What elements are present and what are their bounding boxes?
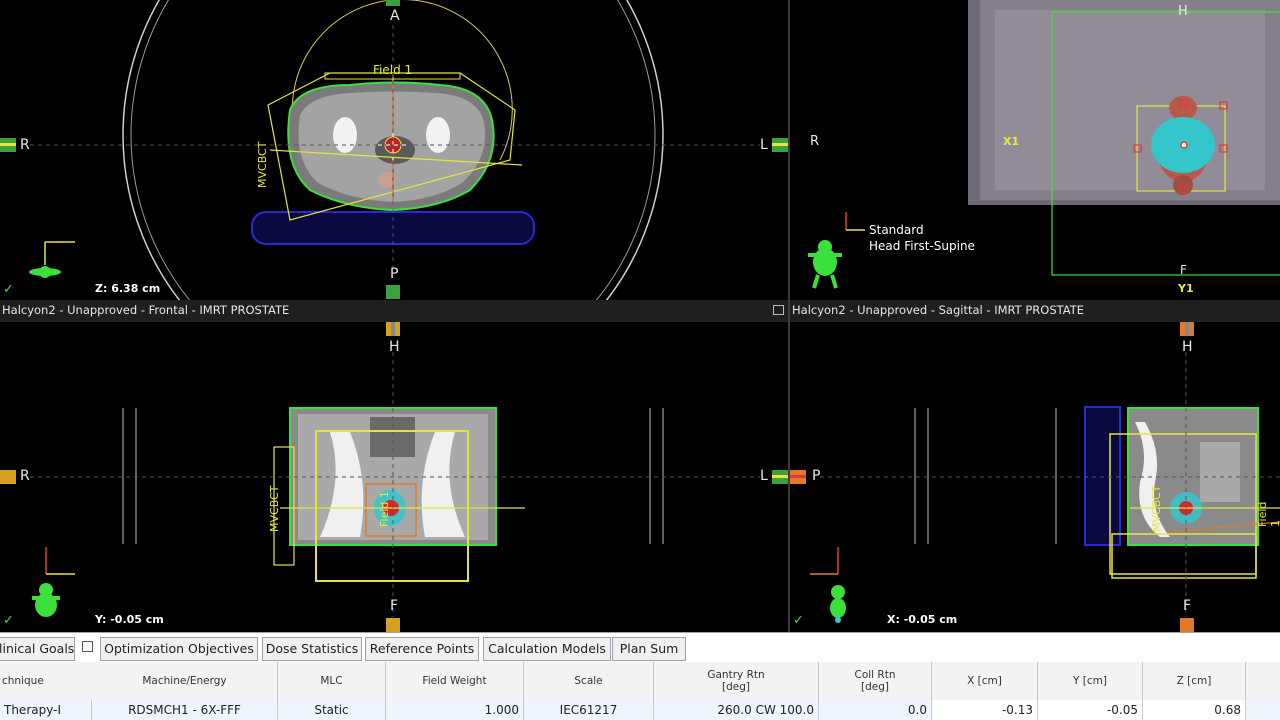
field-label: Field 1: [373, 63, 413, 77]
orientation-standard: Standard: [869, 223, 924, 237]
x1-label: X1: [1003, 135, 1020, 148]
x-coordinate: X: -0.05 cm: [887, 613, 958, 626]
y1-label: Y1: [1178, 282, 1194, 295]
cell-scale[interactable]: IEC61217: [524, 700, 654, 720]
header-text: Gantry Rtn: [707, 669, 765, 681]
mvcbct-label: MVCBCT: [256, 141, 269, 188]
column-header-gantry[interactable]: Gantry Rtn [deg]: [654, 662, 819, 701]
patient-orientation: Standard Head First-Supine: [869, 222, 975, 254]
status-check-icon: ✓: [3, 282, 14, 297]
header-text: Z [cm]: [1176, 675, 1212, 687]
header-text: X [cm]: [967, 675, 1002, 687]
cell-extra: [1246, 700, 1280, 720]
sagittal-image: [790, 322, 1280, 632]
y-coordinate: Y: -0.05 cm: [95, 613, 164, 626]
orientation-label-bottom: P: [390, 266, 399, 282]
cell-x[interactable]: -0.13: [932, 700, 1038, 720]
field-label: Field 1: [1256, 501, 1280, 527]
column-header-scale[interactable]: Scale: [524, 662, 654, 701]
header-text: chnique: [2, 675, 44, 687]
cell-z[interactable]: 0.68: [1143, 700, 1246, 720]
mvcbct-label: MVCBCT: [268, 485, 281, 532]
header-unit: [deg]: [861, 681, 889, 693]
header-unit: [deg]: [722, 681, 750, 693]
header-text: MLC: [320, 675, 343, 687]
status-check-icon: ✓: [793, 613, 804, 628]
frontal-image: [0, 322, 788, 632]
column-header-coll[interactable]: Coll Rtn [deg]: [819, 662, 932, 701]
field-label: Field 1: [378, 491, 391, 527]
orientation-label-right: L: [760, 468, 768, 484]
orientation-label-bottom: F: [390, 598, 399, 614]
sagittal-viewport[interactable]: H F P Field 1 MVCBCT X: -0.05 cm ✓: [790, 322, 1280, 632]
tab-calculation-models[interactable]: Calculation Models: [483, 637, 611, 661]
mvcbct-label: MVCBCT: [1150, 485, 1163, 532]
column-header-extra: [1246, 662, 1280, 701]
cell-technique[interactable]: Therapy-I: [0, 700, 92, 720]
frontal-title-text: Halcyon2 - Unapproved - Frontal - IMRT P…: [2, 303, 290, 317]
orientation-label-top: H: [1178, 4, 1188, 19]
frontal-viewport-title: Halcyon2 - Unapproved - Frontal - IMRT P…: [0, 300, 790, 322]
orientation-label-bottom: F: [1183, 598, 1192, 614]
column-header-field-weight[interactable]: Field Weight: [386, 662, 524, 701]
cell-field-weight[interactable]: 1.000: [386, 700, 524, 720]
orientation-label-bottom: F: [1180, 263, 1187, 277]
tab-dose-statistics[interactable]: Dose Statistics: [262, 637, 362, 661]
column-header-mlc[interactable]: MLC: [278, 662, 386, 701]
orientation-label-left: R: [20, 137, 30, 153]
maximize-icon[interactable]: [773, 305, 784, 315]
plan-tab-bar: linical Goals Optimization Objectives Do…: [0, 632, 1280, 663]
3d-viewport[interactable]: H F R X1 Y1 Standard Head First-Supine: [790, 0, 1280, 300]
orientation-position: Head First-Supine: [869, 239, 975, 253]
frontal-viewport[interactable]: H F R L Field 1 MVCBCT Y: -0.05 cm ✓: [0, 322, 788, 632]
z-coordinate: Z: 6.38 cm: [95, 282, 161, 295]
orientation-label-top: H: [1182, 339, 1193, 355]
optimization-checkbox[interactable]: [82, 641, 93, 652]
sagittal-title-text: Halcyon2 - Unapproved - Sagittal - IMRT …: [792, 303, 1085, 317]
cell-mlc[interactable]: Static: [278, 700, 386, 720]
orientation-label-left: R: [20, 468, 30, 484]
cell-y[interactable]: -0.05: [1038, 700, 1143, 720]
tab-optimization-objectives[interactable]: Optimization Objectives: [100, 637, 258, 661]
header-text: Coll Rtn: [854, 669, 896, 681]
status-check-icon: ✓: [3, 613, 14, 628]
cell-machine[interactable]: RDSMCH1 - 6X-FFF: [92, 700, 278, 720]
column-header-y[interactable]: Y [cm]: [1038, 662, 1143, 701]
column-header-z[interactable]: Z [cm]: [1143, 662, 1246, 701]
tab-reference-points[interactable]: Reference Points: [365, 637, 479, 661]
fields-table: chnique Machine/Energy MLC Field Weight …: [0, 662, 1280, 720]
orientation-label-left: R: [810, 134, 820, 149]
column-header-technique[interactable]: chnique: [0, 662, 94, 701]
tab-plan-sum[interactable]: Plan Sum: [612, 637, 686, 661]
sagittal-viewport-title: Halcyon2 - Unapproved - Sagittal - IMRT …: [790, 300, 1280, 322]
transverse-image: [0, 0, 788, 300]
header-text: Y [cm]: [1073, 675, 1107, 687]
orientation-label-right: L: [760, 137, 768, 153]
tab-clinical-goals[interactable]: linical Goals: [0, 637, 75, 661]
3d-image: [808, 0, 1280, 289]
header-text: Scale: [574, 675, 603, 687]
column-header-machine[interactable]: Machine/Energy: [92, 662, 278, 701]
column-header-x[interactable]: X [cm]: [932, 662, 1038, 701]
header-text: Field Weight: [422, 675, 487, 687]
cell-gantry[interactable]: 260.0 CW 100.0: [654, 700, 819, 720]
orientation-label-top: A: [390, 8, 400, 24]
cell-coll[interactable]: 0.0: [819, 700, 932, 720]
orientation-label-left: P: [812, 468, 821, 484]
transverse-viewport[interactable]: A P R L Field 1 MVCBCT Z: 6.38 cm ✓: [0, 0, 788, 300]
header-text: Machine/Energy: [142, 675, 227, 687]
orientation-label-top: H: [389, 339, 400, 355]
